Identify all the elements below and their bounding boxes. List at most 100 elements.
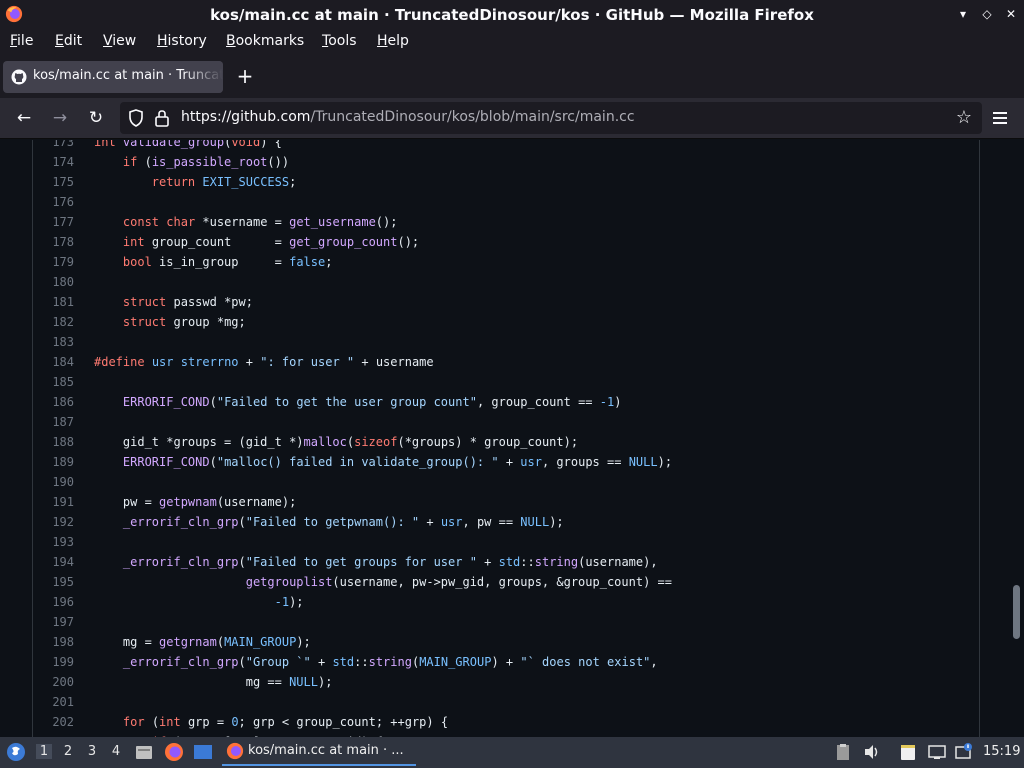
menu-view[interactable]: View: [103, 33, 136, 49]
line-number[interactable]: 182: [33, 312, 74, 332]
line-number[interactable]: 185: [33, 372, 74, 392]
line-number[interactable]: 180: [33, 272, 74, 292]
workspace-4[interactable]: 4: [108, 744, 124, 759]
code-line: 198 mg = getgrnam(MAIN_GROUP);: [33, 632, 979, 652]
tab-active[interactable]: kos/main.cc at main · TruncatedDinosour: [3, 61, 223, 93]
line-number[interactable]: 173: [33, 140, 74, 152]
code-line: 174 if (is_passible_root()): [33, 152, 979, 172]
line-number[interactable]: 195: [33, 572, 74, 592]
line-number[interactable]: 177: [33, 212, 74, 232]
line-number[interactable]: 187: [33, 412, 74, 432]
line-number[interactable]: 190: [33, 472, 74, 492]
line-number[interactable]: 178: [33, 232, 74, 252]
notes-icon[interactable]: [899, 743, 917, 761]
scrollbar[interactable]: [1013, 585, 1020, 639]
code-text: ERRORIF_COND("malloc() failed in validat…: [122, 455, 673, 469]
code-line: 176: [33, 192, 979, 212]
files-icon[interactable]: [134, 742, 154, 762]
menu-help[interactable]: Help: [377, 33, 409, 49]
bookmark-star-icon[interactable]: ☆: [956, 107, 972, 128]
code-text: for (int grp = 0; grp < group_count; ++g…: [122, 715, 449, 729]
line-number[interactable]: 198: [33, 632, 74, 652]
line-number[interactable]: 191: [33, 492, 74, 512]
code-line: 183: [33, 332, 979, 352]
code-line: 200 mg == NULL);: [33, 672, 979, 692]
network-icon[interactable]: [928, 743, 946, 761]
taskbar-task-firefox[interactable]: kos/main.cc at main · ...: [222, 739, 416, 766]
navigation-bar: ← → ↻ https://github.com/TruncatedDinoso…: [0, 98, 1024, 139]
line-number[interactable]: 188: [33, 432, 74, 452]
line-number[interactable]: 199: [33, 652, 74, 672]
window-title: kos/main.cc at main · TruncatedDinosour/…: [210, 6, 814, 24]
minimize-icon[interactable]: ▾: [956, 6, 970, 22]
code-text: int validate_group(void) {: [94, 140, 282, 149]
code-text: int group_count = get_group_count();: [122, 235, 420, 249]
workspace-2[interactable]: 2: [60, 744, 76, 759]
menu-tools[interactable]: Tools: [322, 33, 357, 49]
clock: 15:19: [983, 744, 1021, 759]
code-viewer: 173 int validate_group(void) { 174 if (is_…: [32, 140, 980, 737]
code-text: _errorif_cln_grp("Failed to getpwnam(): …: [122, 515, 564, 529]
code-line: 173 int validate_group(void) {: [33, 140, 979, 152]
firefox-icon[interactable]: [164, 742, 184, 762]
line-number[interactable]: 192: [33, 512, 74, 532]
start-menu-icon[interactable]: [6, 742, 26, 762]
shield-icon[interactable]: [128, 109, 144, 127]
clipboard-icon[interactable]: [834, 743, 852, 761]
close-icon[interactable]: ✕: [1004, 6, 1018, 22]
firefox-icon: [226, 742, 244, 760]
lock-icon[interactable]: [154, 109, 170, 127]
code-line: 184 #define usr strerrno + ": for user " …: [33, 352, 979, 372]
update-icon[interactable]: [955, 743, 973, 761]
forward-icon[interactable]: →: [50, 108, 70, 128]
code-line: 189 ERRORIF_COND("malloc() failed in val…: [33, 452, 979, 472]
menu-history[interactable]: History: [157, 33, 207, 49]
maximize-icon[interactable]: ◇: [980, 6, 994, 22]
code-text: gid_t *groups = (gid_t *)malloc(sizeof(*…: [94, 435, 579, 449]
menu-file[interactable]: File: [10, 33, 33, 49]
reload-icon[interactable]: ↻: [86, 108, 106, 128]
url-text[interactable]: https://github.com/TruncatedDinosour/kos…: [181, 109, 635, 125]
line-number[interactable]: 176: [33, 192, 74, 212]
workspace-1[interactable]: 1: [36, 744, 52, 759]
volume-icon[interactable]: [863, 743, 881, 761]
line-number[interactable]: 184: [33, 352, 74, 372]
line-number[interactable]: 194: [33, 552, 74, 572]
line-number[interactable]: 189: [33, 452, 74, 472]
code-text: if (is_passible_root()): [122, 155, 290, 169]
code-text: return EXIT_SUCCESS;: [151, 175, 297, 189]
line-number[interactable]: 196: [33, 592, 74, 612]
line-number[interactable]: 202: [33, 712, 74, 732]
code-line: 199 _errorif_cln_grp("Group `" + std::st…: [33, 652, 979, 672]
workspace-3[interactable]: 3: [84, 744, 100, 759]
line-number[interactable]: 201: [33, 692, 74, 712]
tab-strip: kos/main.cc at main · TruncatedDinosour …: [0, 56, 1024, 98]
menu-icon[interactable]: [990, 108, 1010, 128]
code-line: 194 _errorif_cln_grp("Failed to get grou…: [33, 552, 979, 572]
url-path: /TruncatedDinosour/kos/blob/main/src/mai…: [310, 109, 635, 125]
code-text: _errorif_cln_grp("Group `" + std::string…: [122, 655, 658, 669]
code-text: #define usr strerrno + ": for user " + u…: [94, 355, 434, 369]
line-number[interactable]: 179: [33, 252, 74, 272]
line-number[interactable]: 197: [33, 612, 74, 632]
menu-edit[interactable]: Edit: [55, 33, 82, 49]
url-bar[interactable]: https://github.com/TruncatedDinosour/kos…: [120, 102, 982, 134]
line-number[interactable]: 200: [33, 672, 74, 692]
line-number[interactable]: 175: [33, 172, 74, 192]
back-icon[interactable]: ←: [14, 108, 34, 128]
code-line: 182 struct group *mg;: [33, 312, 979, 332]
code-line: 202 for (int grp = 0; grp < group_count;…: [33, 712, 979, 732]
github-icon: [11, 69, 27, 85]
line-number[interactable]: 193: [33, 532, 74, 552]
code-line: 197: [33, 612, 979, 632]
desktop-icon[interactable]: [193, 742, 213, 762]
line-number[interactable]: 181: [33, 292, 74, 312]
line-number[interactable]: 174: [33, 152, 74, 172]
line-number[interactable]: 186: [33, 392, 74, 412]
code-line: 191 pw = getpwnam(username);: [33, 492, 979, 512]
code-line: 178 int group_count = get_group_count();: [33, 232, 979, 252]
new-tab-button[interactable]: +: [234, 65, 256, 87]
page-content: 173 int validate_group(void) { 174 if (is_…: [0, 140, 1024, 737]
menu-bookmarks[interactable]: Bookmarks: [226, 33, 304, 49]
line-number[interactable]: 183: [33, 332, 74, 352]
